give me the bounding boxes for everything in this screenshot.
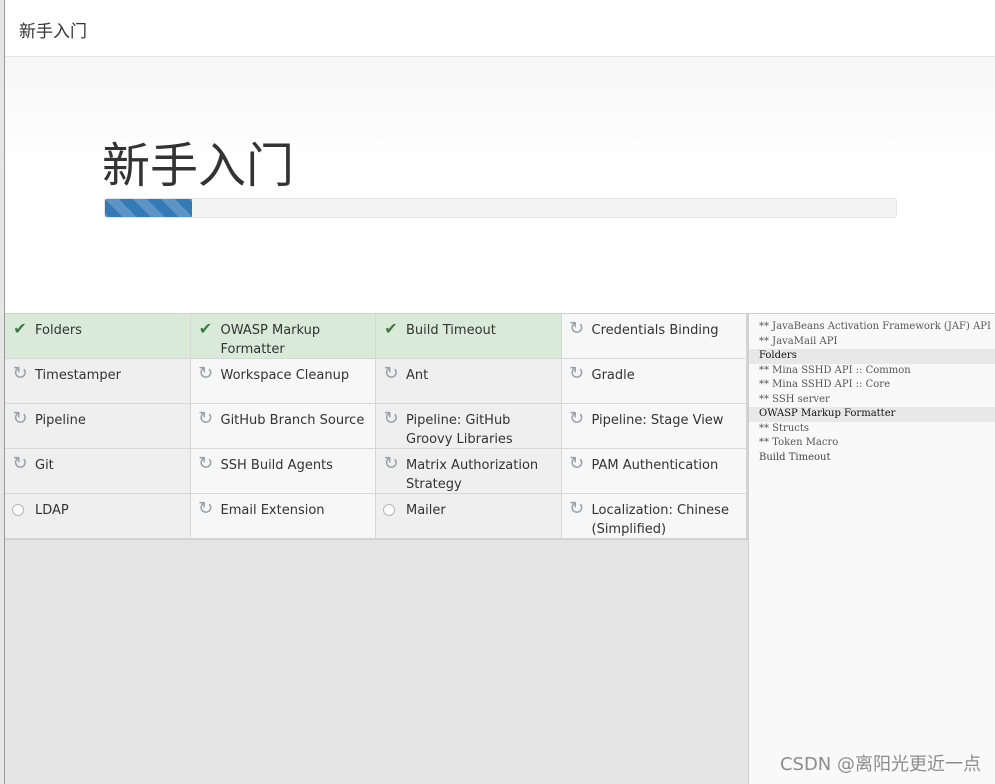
plugin-item: ↻ Localization: Chinese (Simplified) <box>561 494 747 539</box>
window-title: 新手入门 <box>19 22 87 42</box>
pending-circle-icon <box>383 504 395 516</box>
plugin-list: ✔ Folders ✔ OWASP Markup Formatter ✔ Build Ti… <box>5 314 748 540</box>
plugin-name: SSH Build Agents <box>220 458 333 473</box>
window-titlebar: 新手入门 <box>5 0 995 57</box>
plugin-name: Folders <box>35 323 82 338</box>
plugin-name: Pipeline: GitHub Groovy Libraries <box>406 413 513 447</box>
refresh-icon: ↻ <box>12 453 28 474</box>
log-line: Build Timeout <box>759 451 831 463</box>
plugin-item: ✔ OWASP Markup Formatter <box>190 314 376 359</box>
refresh-icon: ↻ <box>383 363 399 384</box>
plugin-name: Email Extension <box>220 503 325 518</box>
refresh-icon: ↻ <box>197 453 214 474</box>
page-title: 新手入门 <box>102 138 295 194</box>
plugin-name: Build Timeout <box>406 323 496 338</box>
watermark: CSDN @离阳光更近一点 <box>779 754 981 775</box>
plugin-name: Workspace Cleanup <box>220 368 350 383</box>
refresh-icon: ↻ <box>12 408 28 429</box>
plugin-name: Pipeline: Stage View <box>591 413 724 428</box>
plugin-name: Matrix Authorization Strategy <box>406 458 539 492</box>
hero-panel: 新手入门 <box>5 57 995 314</box>
log-line: ** SSH server <box>759 393 830 405</box>
plugin-item: ↻ Ant <box>376 359 562 404</box>
check-icon: ✔ <box>384 319 398 338</box>
log-line: ** Mina SSHD API :: Core <box>759 379 891 390</box>
refresh-icon: ↻ <box>197 363 214 384</box>
plugin-item: ↻ Pipeline: Stage View <box>561 404 747 449</box>
refresh-icon: ↻ <box>568 318 585 339</box>
log-line: ** JavaBeans Activation Framework (JAF) … <box>759 321 991 332</box>
plugin-item: ↻ Workspace Cleanup <box>190 359 376 404</box>
plugin-item: ↻ SSH Build Agents <box>190 449 376 494</box>
plugin-grid: ✔ Folders ✔ OWASP Markup Formatter ✔ Build Ti… <box>5 314 747 539</box>
plugin-name: Timestamper <box>35 368 121 383</box>
plugin-item: ↻ Email Extension <box>190 494 376 539</box>
refresh-icon: ↻ <box>12 363 28 384</box>
plugin-name: OWASP Markup Formatter <box>220 323 321 357</box>
plugin-item: ↻ Gradle <box>561 359 747 404</box>
plugin-item: ✔ Folders <box>5 314 191 359</box>
plugin-item: ↻ Git <box>5 449 191 494</box>
log-line: ** Mina SSHD API :: Common <box>759 364 911 376</box>
plugin-item: ↻ Pipeline <box>5 404 191 449</box>
check-icon: ✔ <box>198 319 213 338</box>
plugin-item: ↻ Pipeline: GitHub Groovy Libraries <box>376 404 562 449</box>
plugin-item: ✔ Build Timeout <box>376 314 562 359</box>
plugin-name: Ant <box>406 368 429 383</box>
refresh-icon: ↻ <box>197 498 214 519</box>
plugin-name: Localization: Chinese (Simplified) <box>591 503 729 537</box>
setup-wizard-window: 新手入门 新手入门 ✔ Folders ✔ OWASP Markup Formatte… <box>4 0 995 784</box>
plugin-name: Mailer <box>406 503 446 518</box>
log-line: OWASP Markup Formatter <box>749 407 995 422</box>
refresh-icon: ↻ <box>568 498 585 519</box>
log-line: ** JavaMail API <box>759 335 838 347</box>
plugin-name: Credentials Binding <box>591 323 719 338</box>
plugin-item: LDAP <box>5 494 191 539</box>
pending-circle-icon <box>12 504 24 516</box>
refresh-icon: ↻ <box>568 363 585 384</box>
plugin-item: ↻ Timestamper <box>5 359 191 404</box>
refresh-icon: ↻ <box>568 453 585 474</box>
check-icon: ✔ <box>13 319 27 338</box>
plugin-name: PAM Authentication <box>591 458 719 473</box>
plugin-item: Mailer <box>376 494 562 539</box>
plugin-name: Pipeline <box>35 413 86 428</box>
plugin-item: ↻ Matrix Authorization Strategy <box>376 449 562 494</box>
plugin-item: ↻ GitHub Branch Source <box>190 404 376 449</box>
plugin-name: LDAP <box>35 503 69 518</box>
plugin-item: ↻ PAM Authentication <box>561 449 747 494</box>
install-log-pane[interactable]: ** JavaBeans Activation Framework (JAF) … <box>748 314 995 784</box>
refresh-icon: ↻ <box>383 408 399 429</box>
plugin-item: ↻ Credentials Binding <box>561 314 747 359</box>
refresh-icon: ↻ <box>383 453 399 474</box>
plugin-name: Git <box>35 458 54 473</box>
log-line: ** Token Macro <box>759 437 839 448</box>
refresh-icon: ↻ <box>197 408 214 429</box>
install-progress-bar <box>104 198 897 218</box>
log-line: Folders <box>749 349 995 364</box>
plugin-name: Gradle <box>591 368 635 383</box>
log-line: ** Structs <box>759 422 810 434</box>
install-progress-fill <box>105 199 192 217</box>
plugin-name: GitHub Branch Source <box>220 413 365 428</box>
refresh-icon: ↻ <box>568 408 585 429</box>
